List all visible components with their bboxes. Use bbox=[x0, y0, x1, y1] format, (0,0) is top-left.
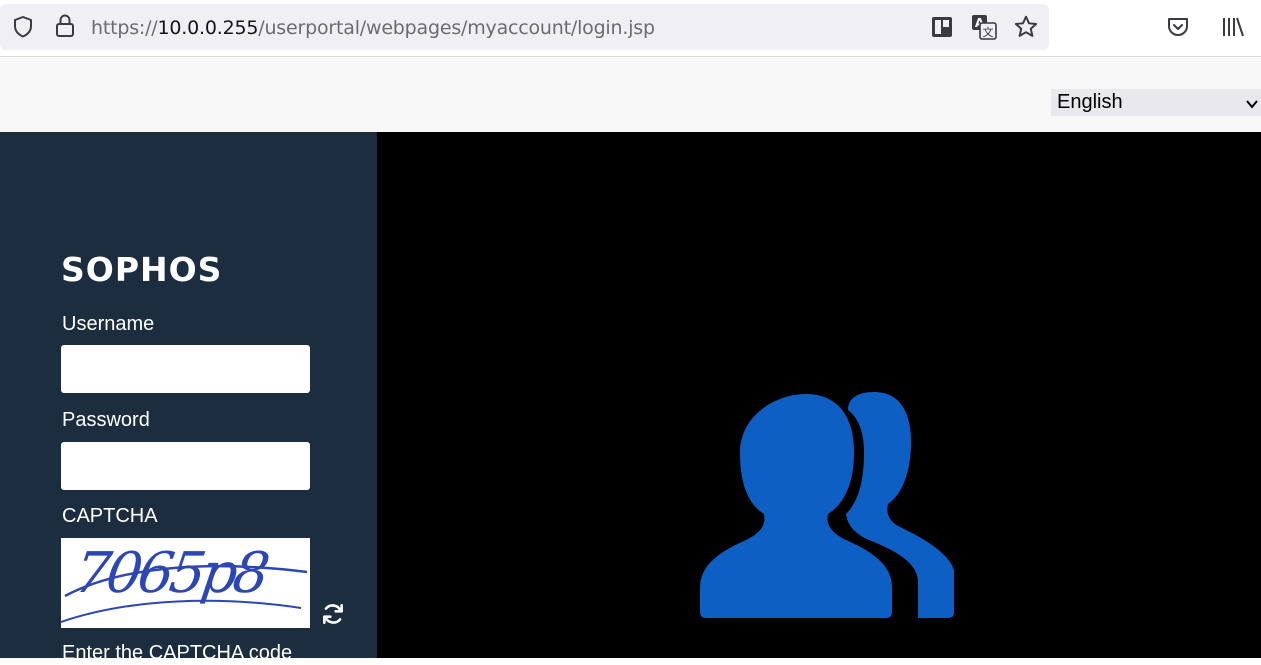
captcha-hint: Enter the CAPTCHA code bbox=[62, 642, 293, 664]
url-text[interactable]: https://10.0.0.255/userportal/webpages/m… bbox=[91, 17, 655, 39]
refresh-captcha-icon[interactable] bbox=[320, 601, 346, 627]
library-icon[interactable] bbox=[1218, 12, 1248, 42]
username-label: Username bbox=[62, 313, 155, 335]
login-panel: SOPHOS Username Password CAPTCHA 7065p8 … bbox=[0, 132, 377, 664]
pocket-icon[interactable] bbox=[1163, 12, 1193, 42]
url-prefix: https:// bbox=[91, 17, 158, 39]
captcha-label: CAPTCHA bbox=[62, 505, 158, 527]
url-path: /userportal/webpages/myaccount/login.jsp bbox=[258, 17, 655, 39]
password-label: Password bbox=[62, 409, 150, 431]
hero-area bbox=[377, 132, 1261, 658]
address-bar[interactable]: https://10.0.0.255/userportal/webpages/m… bbox=[0, 4, 1049, 50]
svg-text:文: 文 bbox=[983, 25, 994, 39]
users-icon bbox=[700, 392, 954, 618]
captcha-code-text: 7065p8 bbox=[70, 541, 270, 606]
url-host: 10.0.0.255 bbox=[157, 17, 259, 39]
sophos-logo: SOPHOS bbox=[61, 250, 223, 289]
chevron-down-icon bbox=[1245, 94, 1259, 117]
reader-view-icon[interactable] bbox=[927, 12, 957, 42]
bookmark-star-icon[interactable] bbox=[1011, 12, 1041, 42]
browser-toolbar: https://10.0.0.255/userportal/webpages/m… bbox=[0, 0, 1261, 57]
username-input[interactable] bbox=[61, 345, 310, 393]
translate-icon[interactable]: A文 bbox=[969, 12, 999, 42]
captcha-image: 7065p8 bbox=[61, 538, 310, 628]
language-selected: English bbox=[1057, 91, 1123, 113]
shield-icon[interactable] bbox=[8, 12, 38, 42]
language-select[interactable]: English bbox=[1051, 89, 1261, 116]
lock-icon[interactable] bbox=[50, 11, 80, 41]
password-input[interactable] bbox=[61, 442, 310, 490]
